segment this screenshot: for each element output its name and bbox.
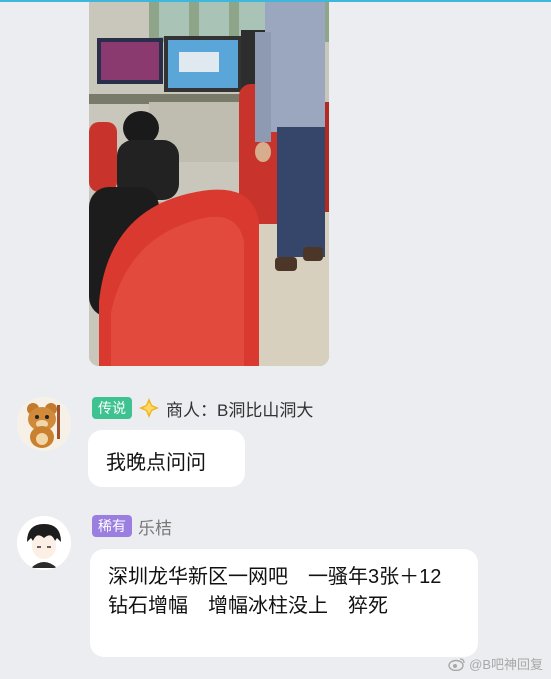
sender-name-row: 稀有 乐桔 xyxy=(92,514,172,538)
watermark: @B吧神回复 xyxy=(448,654,543,673)
watermark-text: @B吧神回复 xyxy=(469,657,543,672)
photo-internet-cafe xyxy=(89,2,329,366)
avatar[interactable] xyxy=(17,516,71,570)
image-message[interactable] xyxy=(89,2,329,366)
sender-name[interactable]: 商人：B洞比山洞大 xyxy=(166,396,313,421)
weibo-icon xyxy=(448,657,465,671)
bear-avatar-icon xyxy=(17,397,71,451)
message-bubble[interactable]: 我晚点问问 xyxy=(88,430,245,487)
message-bubble[interactable]: 深圳龙华新区一网吧 一骚年3张＋12钻石增幅 增幅冰柱没上 猝死 xyxy=(90,549,478,657)
sender-name[interactable]: 乐桔 xyxy=(138,514,172,539)
anime-boy-avatar-icon xyxy=(17,516,71,570)
avatar[interactable] xyxy=(17,397,71,451)
diamond-icon xyxy=(138,397,160,419)
rank-badge: 传说 xyxy=(92,397,132,419)
chat-screen: 传说 商人：B洞比山洞大 我晚点问问 稀有 乐桔 深圳龙华新区一网吧 一骚年3张… xyxy=(0,0,551,679)
rank-badge: 稀有 xyxy=(92,515,132,537)
sender-name-row: 传说 商人：B洞比山洞大 xyxy=(92,396,313,420)
